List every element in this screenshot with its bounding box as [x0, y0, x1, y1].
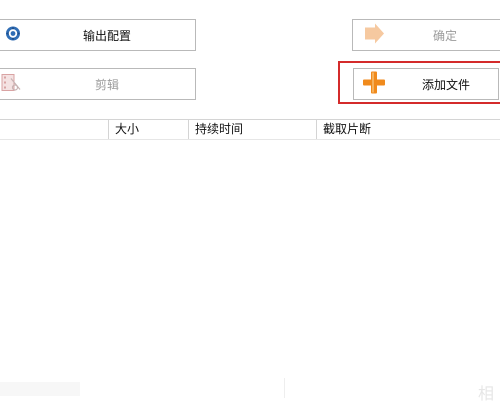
- footer-faded-area: [0, 382, 80, 396]
- add-file-label: 添加文件: [421, 77, 470, 92]
- confirm-label: 确定: [432, 28, 457, 43]
- output-config-button[interactable]: 输出配置: [0, 19, 196, 51]
- file-table-header: 大小 持续时间 截取片断: [0, 119, 500, 140]
- footer-partial-text: 相: [478, 384, 495, 403]
- column-header-clip[interactable]: 截取片断: [316, 120, 500, 139]
- edit-button[interactable]: 剪辑: [0, 68, 196, 100]
- column-header-size[interactable]: 大小: [108, 120, 188, 139]
- output-config-label: 输出配置: [82, 28, 131, 43]
- column-header-name[interactable]: [0, 120, 108, 139]
- file-list[interactable]: [0, 140, 500, 370]
- column-header-duration[interactable]: 持续时间: [188, 120, 316, 139]
- add-file-button[interactable]: 添加文件: [353, 68, 499, 100]
- edit-label: 剪辑: [94, 77, 119, 92]
- footer-divider: [284, 378, 285, 398]
- confirm-button[interactable]: 确定: [352, 19, 500, 51]
